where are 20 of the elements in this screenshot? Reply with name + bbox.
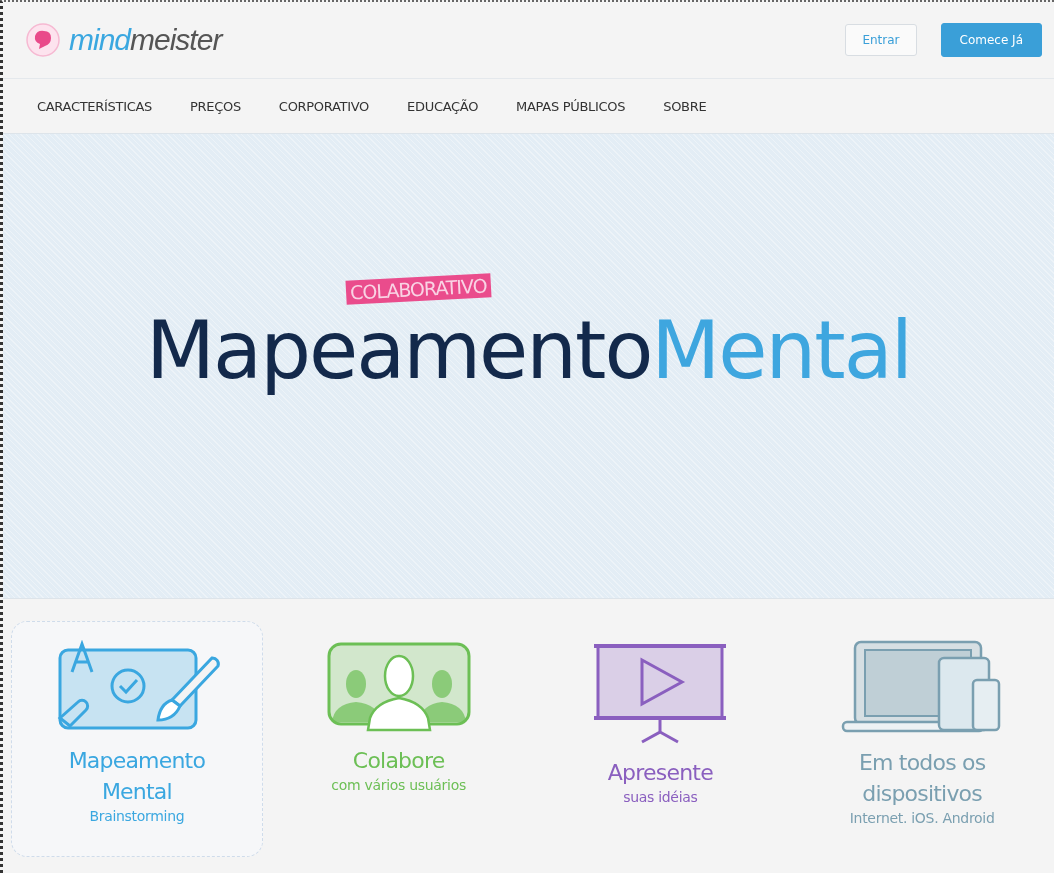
hero-title: Mapeamento — [146, 303, 652, 399]
hero-badge: COLABORATIVO — [345, 273, 492, 305]
feature-card[interactable]: Apresente suas idéias — [534, 621, 787, 857]
feature-title: Mapeamento Mental — [67, 747, 207, 806]
feature-title: Apresente — [607, 759, 713, 787]
nav-link[interactable]: MAPAS PÚBLICOS — [516, 98, 626, 114]
logo-wordmark[interactable]: mindmeister — [69, 23, 222, 57]
feature-subtitle: suas idéias — [623, 788, 698, 805]
nav-link[interactable]: SOBRE — [663, 98, 707, 114]
nav-link[interactable]: PREÇOS — [190, 98, 241, 114]
hero-title-highlight: Mental — [651, 303, 911, 399]
feature-title: Em todos os dispositivos — [857, 749, 987, 808]
nav-link[interactable]: EDUCAÇÃO — [407, 98, 479, 114]
logo-icon — [25, 22, 61, 58]
feature-subtitle: Brainstorming — [89, 807, 185, 824]
feature-title: Colabore — [352, 747, 445, 775]
nav-link[interactable]: CARACTERÍSTICAS — [37, 98, 152, 114]
nav-link[interactable]: CORPORATIVO — [278, 98, 370, 114]
feature-subtitle: com vários usuários — [331, 776, 466, 793]
feature-subtitle: Internet. iOS. Android — [849, 809, 995, 826]
